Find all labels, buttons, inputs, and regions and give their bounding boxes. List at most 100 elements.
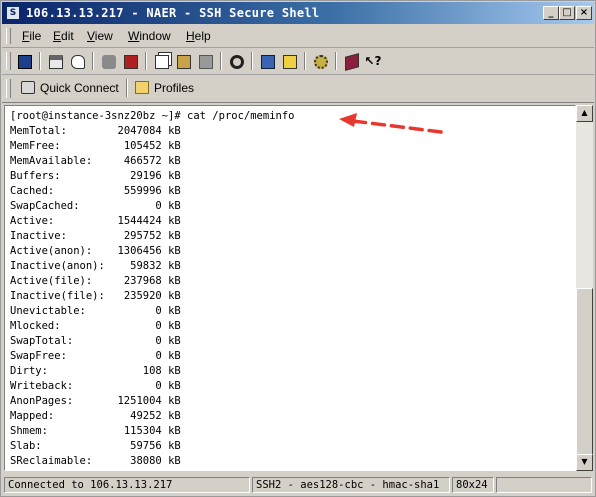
toolbar-separator: [145, 52, 147, 70]
meminfo-row: SwapTotal: 0 kB: [10, 335, 181, 347]
menu-file[interactable]: File: [22, 29, 41, 43]
vertical-scrollbar[interactable]: ▲ ▼: [576, 105, 593, 471]
meminfo-row: Mapped: 49252 kB: [10, 410, 181, 422]
meminfo-key: Dirty:: [10, 365, 48, 377]
meminfo-key: Mlocked:: [10, 320, 61, 332]
ssh-client-window: S 106.13.13.217 - NAER - SSH Secure Shel…: [0, 0, 596, 497]
new-window-icon[interactable]: [280, 51, 300, 71]
meminfo-value: 0: [155, 350, 162, 362]
meminfo-key: SwapTotal:: [10, 335, 74, 347]
scroll-down-button[interactable]: ▼: [576, 454, 593, 471]
meminfo-row: Cached: 559996 kB: [10, 185, 181, 197]
menu-edit[interactable]: Edit: [53, 29, 74, 43]
print-icon[interactable]: [46, 51, 66, 71]
title-bar[interactable]: S 106.13.13.217 - NAER - SSH Secure Shel…: [2, 2, 594, 24]
print-preview-icon[interactable]: [68, 51, 88, 71]
minimize-button[interactable]: _: [543, 6, 559, 20]
file-transfer-icon[interactable]: [258, 51, 278, 71]
toolbar-grip[interactable]: [6, 52, 11, 70]
toolbar-separator: [304, 52, 306, 70]
app-icon: S: [6, 6, 20, 20]
meminfo-unit: kB: [168, 425, 181, 437]
meminfo-value: 1251004: [117, 395, 162, 407]
terminal-command: cat /proc/meminfo: [187, 110, 295, 122]
meminfo-key: SwapFree:: [10, 350, 67, 362]
meminfo-key: Active(anon):: [10, 245, 93, 257]
meminfo-row: SReclaimable: 38080 kB: [10, 455, 181, 467]
meminfo-unit: kB: [168, 365, 181, 377]
meminfo-unit: kB: [168, 440, 181, 452]
meminfo-row: Writeback: 0 kB: [10, 380, 181, 392]
meminfo-value: 105452: [123, 140, 162, 152]
save-icon[interactable]: [15, 51, 35, 71]
meminfo-key: Mapped:: [10, 410, 55, 422]
meminfo-row: Unevictable: 0 kB: [10, 305, 181, 317]
meminfo-key: Slab:: [10, 440, 42, 452]
settings-icon[interactable]: [311, 51, 331, 71]
maximize-button[interactable]: □: [559, 6, 575, 20]
quickbar-grip[interactable]: [6, 79, 11, 98]
meminfo-value: 0: [155, 200, 162, 212]
book-icon[interactable]: [342, 51, 362, 71]
copy-icon[interactable]: [152, 51, 172, 71]
quick-connect-icon: [21, 81, 35, 94]
menubar-grip[interactable]: [6, 28, 11, 44]
new-connection-icon[interactable]: [121, 51, 141, 71]
scroll-up-button[interactable]: ▲: [576, 105, 593, 122]
quick-connect-bar: Quick Connect Profiles: [2, 75, 594, 103]
meminfo-key: Cached:: [10, 185, 55, 197]
close-button[interactable]: ×: [576, 6, 592, 20]
menu-help[interactable]: Help: [186, 29, 211, 43]
red-arrow-annotation: [339, 113, 443, 134]
paste-special-icon[interactable]: [196, 51, 216, 71]
connection-status: Connected to 106.13.13.217: [4, 477, 250, 493]
terminal-output[interactable]: [root@instance-3snz20bz ~]# cat /proc/me…: [4, 105, 576, 471]
meminfo-value: 0: [155, 335, 162, 347]
meminfo-row: Buffers: 29196 kB: [10, 170, 181, 182]
meminfo-unit: kB: [168, 320, 181, 332]
meminfo-key: Active:: [10, 215, 55, 227]
meminfo-row: Inactive: 295752 kB: [10, 230, 181, 242]
meminfo-unit: kB: [168, 245, 181, 257]
meminfo-unit: kB: [168, 305, 181, 317]
meminfo-key: MemTotal:: [10, 125, 67, 137]
menu-view[interactable]: View: [87, 29, 113, 43]
meminfo-unit: kB: [168, 350, 181, 362]
profiles-button[interactable]: Profiles: [135, 78, 194, 99]
status-bar: Connected to 106.13.13.217 SSH2 - aes128…: [2, 475, 594, 495]
find-icon[interactable]: [227, 51, 247, 71]
meminfo-value: 237968: [123, 275, 162, 287]
meminfo-row: Inactive(anon): 59832 kB: [10, 260, 181, 272]
meminfo-row: Mlocked: 0 kB: [10, 320, 181, 332]
paste-icon[interactable]: [174, 51, 194, 71]
meminfo-key: MemAvailable:: [10, 155, 93, 167]
meminfo-key: SReclaimable:: [10, 455, 93, 467]
meminfo-value: 235920: [123, 290, 162, 302]
meminfo-value: 59832: [130, 260, 162, 272]
meminfo-row: AnonPages: 1251004 kB: [10, 395, 181, 407]
toolbar-separator: [92, 52, 94, 70]
meminfo-unit: kB: [168, 335, 181, 347]
scrollbar-thumb[interactable]: [576, 288, 593, 456]
meminfo-value: 49252: [130, 410, 162, 422]
meminfo-value: 559996: [123, 185, 162, 197]
disconnect-icon[interactable]: [99, 51, 119, 71]
meminfo-unit: kB: [168, 395, 181, 407]
meminfo-value: 1544424: [117, 215, 162, 227]
meminfo-key: Writeback:: [10, 380, 74, 392]
meminfo-key: AnonPages:: [10, 395, 74, 407]
meminfo-unit: kB: [168, 410, 181, 422]
meminfo-key: Inactive(anon):: [10, 260, 105, 272]
help-icon[interactable]: ↖?: [363, 51, 383, 71]
quickbar-separator: [126, 79, 128, 97]
meminfo-unit: kB: [168, 170, 181, 182]
quick-connect-button[interactable]: Quick Connect: [21, 78, 119, 99]
meminfo-row: MemAvailable: 466572 kB: [10, 155, 181, 167]
meminfo-value: 295752: [123, 230, 162, 242]
menu-window[interactable]: Window: [128, 29, 171, 43]
meminfo-key: MemFree:: [10, 140, 61, 152]
cipher-status: SSH2 - aes128-cbc - hmac-sha1: [252, 477, 450, 493]
toolbar: ↖?: [2, 48, 594, 75]
meminfo-value: 0: [155, 380, 162, 392]
meminfo-unit: kB: [168, 185, 181, 197]
